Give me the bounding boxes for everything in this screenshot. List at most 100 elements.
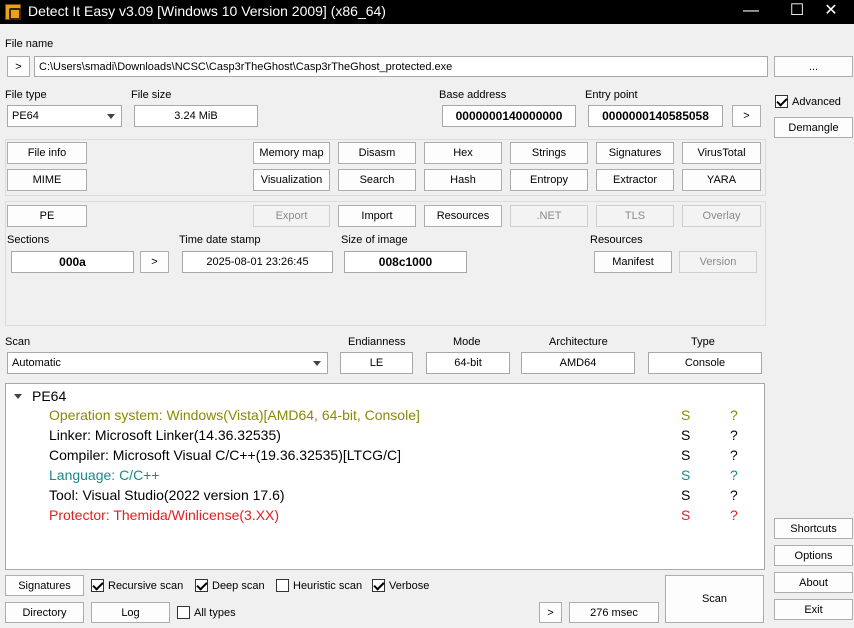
expand-caret-icon[interactable] (14, 393, 22, 399)
all-types-label: All types (194, 606, 236, 619)
about-button[interactable]: About (774, 572, 853, 593)
advanced-label: Advanced (792, 95, 841, 108)
options-button[interactable]: Options (774, 545, 853, 566)
verbose-label: Verbose (389, 579, 430, 592)
strings-button[interactable]: Strings (510, 142, 588, 164)
entropy-button[interactable]: Entropy (510, 169, 588, 191)
scan-log-arrow-button[interactable]: > (539, 602, 562, 623)
mode-label: Mode (453, 336, 481, 348)
file-type-select[interactable]: PE64 (7, 105, 122, 127)
recursive-check-icon (91, 579, 104, 592)
disasm-button[interactable]: Disasm (338, 142, 416, 164)
signature-link[interactable]: S (681, 507, 690, 523)
tls-button[interactable]: TLS (596, 205, 674, 227)
architecture-label: Architecture (549, 336, 608, 348)
file-info-button[interactable]: File info (7, 142, 87, 164)
chevron-down-icon (107, 114, 115, 119)
all-types-checkbox[interactable]: All types (177, 606, 236, 619)
detection-text: Linker: Microsoft Linker(14.36.32535) (49, 427, 281, 443)
close-button[interactable]: ✕ (808, 0, 854, 24)
info-link[interactable]: ? (730, 467, 738, 483)
recursive-scan-checkbox[interactable]: Recursive scan (91, 579, 183, 592)
sections-button[interactable]: > (140, 251, 169, 273)
detection-text: Language: C/C++ (49, 467, 160, 483)
signatures-tool-button[interactable]: Signatures (596, 142, 674, 164)
hash-button[interactable]: Hash (424, 169, 502, 191)
heuristic-scan-checkbox[interactable]: Heuristic scan (276, 579, 362, 592)
overlay-button[interactable]: Overlay (682, 205, 761, 227)
detection-row[interactable]: Tool: Visual Studio(2022 version 17.6) S? (49, 487, 749, 507)
manifest-button[interactable]: Manifest (594, 251, 672, 273)
file-menu-button[interactable]: > (7, 56, 30, 77)
detection-row[interactable]: Compiler: Microsoft Visual C/C++(19.36.3… (49, 447, 749, 467)
log-button[interactable]: Log (91, 602, 170, 623)
scan-results-tree[interactable]: PE64 Operation system: Windows(Vista)[AM… (5, 383, 765, 570)
dotnet-button[interactable]: .NET (510, 205, 588, 227)
detection-row[interactable]: Language: C/C++ S? (49, 467, 749, 487)
detection-text: Tool: Visual Studio(2022 version 17.6) (49, 487, 285, 503)
search-button[interactable]: Search (338, 169, 416, 191)
import-button[interactable]: Import (338, 205, 416, 227)
detection-row[interactable]: Operation system: Windows(Vista)[AMD64, … (49, 407, 749, 427)
base-address-value: 0000000140000000 (442, 105, 576, 127)
directory-button[interactable]: Directory (5, 602, 84, 623)
size-of-image-value: 008c1000 (344, 251, 467, 273)
memory-map-button[interactable]: Memory map (253, 142, 330, 164)
verbose-checkbox[interactable]: Verbose (372, 579, 429, 592)
signature-link[interactable]: S (681, 407, 690, 423)
heuristic-scan-label: Heuristic scan (293, 579, 363, 592)
version-button[interactable]: Version (679, 251, 757, 273)
virustotal-button[interactable]: VirusTotal (682, 142, 761, 164)
resources-button[interactable]: Resources (424, 205, 502, 227)
window-title: Detect It Easy v3.09 [Windows 10 Version… (28, 3, 386, 19)
file-size-value: 3.24 MiB (134, 105, 258, 127)
type-value: Console (648, 352, 762, 374)
info-link[interactable]: ? (730, 447, 738, 463)
scan-mode-select[interactable]: Automatic (7, 352, 328, 374)
info-link[interactable]: ? (730, 407, 738, 423)
entry-point-button[interactable]: > (732, 105, 761, 127)
chevron-down-icon (313, 361, 321, 366)
hex-button[interactable]: Hex (424, 142, 502, 164)
size-of-image-label: Size of image (341, 234, 408, 246)
visualization-button[interactable]: Visualization (253, 169, 330, 191)
detection-text: Operation system: Windows(Vista)[AMD64, … (49, 407, 420, 423)
mime-button[interactable]: MIME (7, 169, 87, 191)
exit-button[interactable]: Exit (774, 599, 853, 620)
bitness-value: 64-bit (426, 352, 510, 374)
heuristic-check-icon (276, 579, 289, 592)
file-path-input[interactable]: C:\Users\smadi\Downloads\NCSC\Casp3rTheG… (34, 56, 768, 77)
demangle-button[interactable]: Demangle (774, 117, 853, 138)
info-link[interactable]: ? (730, 507, 738, 523)
signatures-button[interactable]: Signatures (5, 575, 84, 596)
signature-link[interactable]: S (681, 447, 690, 463)
deep-scan-checkbox[interactable]: Deep scan (195, 579, 265, 592)
verbose-check-icon (372, 579, 385, 592)
detection-text: Protector: Themida/Winlicense(3.XX) (49, 507, 280, 523)
sections-label: Sections (7, 234, 50, 246)
pe-button[interactable]: PE (7, 205, 87, 227)
minimize-button[interactable]: — (728, 0, 774, 24)
file-name-label: File name (5, 38, 54, 50)
info-link[interactable]: ? (730, 487, 738, 503)
tree-root-node[interactable]: PE64 (14, 388, 66, 404)
signature-link[interactable]: S (681, 427, 690, 443)
info-link[interactable]: ? (730, 427, 738, 443)
detection-row[interactable]: Protector: Themida/Winlicense(3.XX) S? (49, 507, 749, 527)
resources-label: Resources (590, 234, 643, 246)
signature-link[interactable]: S (681, 487, 690, 503)
entry-point-label: Entry point (585, 89, 638, 101)
browse-button[interactable]: ... (774, 56, 853, 77)
extractor-button[interactable]: Extractor (596, 169, 674, 191)
signature-link[interactable]: S (681, 467, 690, 483)
scan-button[interactable]: Scan (665, 575, 764, 623)
yara-button[interactable]: YARA (682, 169, 761, 191)
base-address-label: Base address (439, 89, 507, 101)
deep-scan-label: Deep scan (212, 579, 265, 592)
shortcuts-button[interactable]: Shortcuts (774, 518, 853, 539)
endianness-label: Endianness (348, 336, 406, 348)
detection-row[interactable]: Linker: Microsoft Linker(14.36.32535) S? (49, 427, 749, 447)
export-button[interactable]: Export (253, 205, 330, 227)
advanced-checkbox[interactable]: Advanced (775, 95, 841, 108)
architecture-value: AMD64 (521, 352, 635, 374)
